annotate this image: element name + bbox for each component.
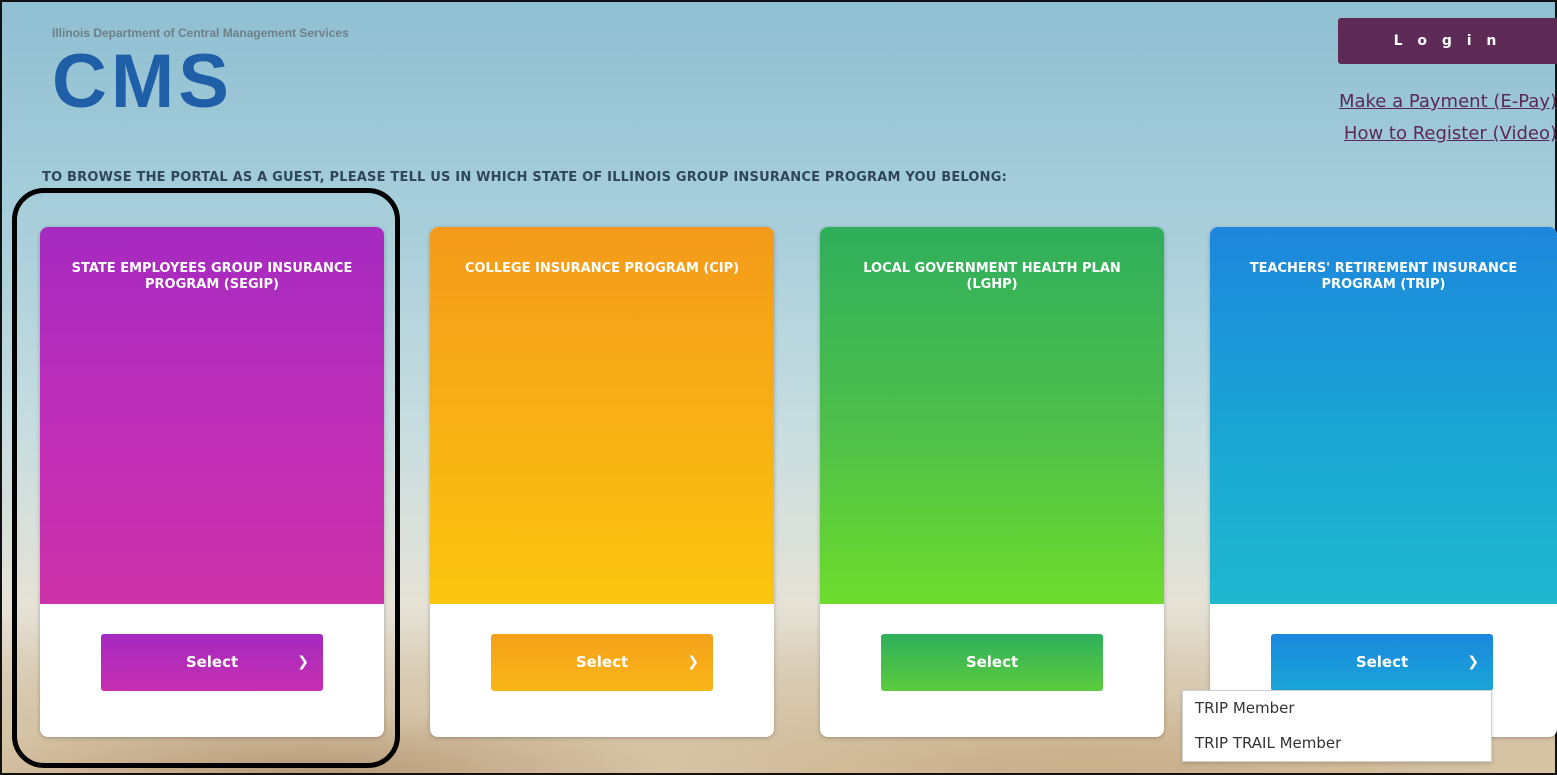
register-video-link[interactable]: How to Register (Video) [1344, 123, 1557, 144]
lghp-select-button[interactable]: Select [881, 634, 1103, 691]
program-card-cip: COLLEGE INSURANCE PROGRAM (CIP) Select ❯ [430, 227, 774, 737]
chevron-down-icon: ❯ [687, 654, 699, 670]
trip-dropdown-menu: TRIP Member TRIP TRAIL Member [1182, 690, 1492, 762]
dropdown-option-trip-trail-member[interactable]: TRIP TRAIL Member [1183, 726, 1491, 761]
highlight-outline [12, 188, 400, 768]
program-card-trip: TEACHERS' RETIREMENT INSURANCE PROGRAM (… [1210, 227, 1557, 737]
program-card-lghp: LOCAL GOVERNMENT HEALTH PLAN (LGHP) Sele… [820, 227, 1164, 737]
select-label: Select [965, 653, 1019, 671]
select-label: Select [1355, 653, 1409, 671]
department-name: Illinois Department of Central Managemen… [52, 26, 349, 40]
card-header: LOCAL GOVERNMENT HEALTH PLAN (LGHP) [820, 227, 1164, 604]
trip-select-button[interactable]: Select ❯ [1271, 634, 1493, 691]
program-title: COLLEGE INSURANCE PROGRAM (CIP) [464, 261, 740, 276]
select-label: Select [575, 653, 629, 671]
card-header: COLLEGE INSURANCE PROGRAM (CIP) [430, 227, 774, 604]
epay-link[interactable]: Make a Payment (E-Pay) [1339, 91, 1557, 112]
card-header: TEACHERS' RETIREMENT INSURANCE PROGRAM (… [1210, 227, 1557, 604]
program-title: LOCAL GOVERNMENT HEALTH PLAN (LGHP) [863, 261, 1121, 292]
cip-select-button[interactable]: Select ❯ [491, 634, 713, 691]
cms-logo[interactable]: CMS [52, 44, 233, 120]
dropdown-option-trip-member[interactable]: TRIP Member [1183, 691, 1491, 726]
guest-prompt: TO BROWSE THE PORTAL AS A GUEST, PLEASE … [42, 170, 1008, 185]
login-button[interactable]: L o g i n [1338, 18, 1557, 64]
program-title: TEACHERS' RETIREMENT INSURANCE PROGRAM (… [1249, 261, 1518, 292]
chevron-down-icon: ❯ [1467, 654, 1479, 670]
